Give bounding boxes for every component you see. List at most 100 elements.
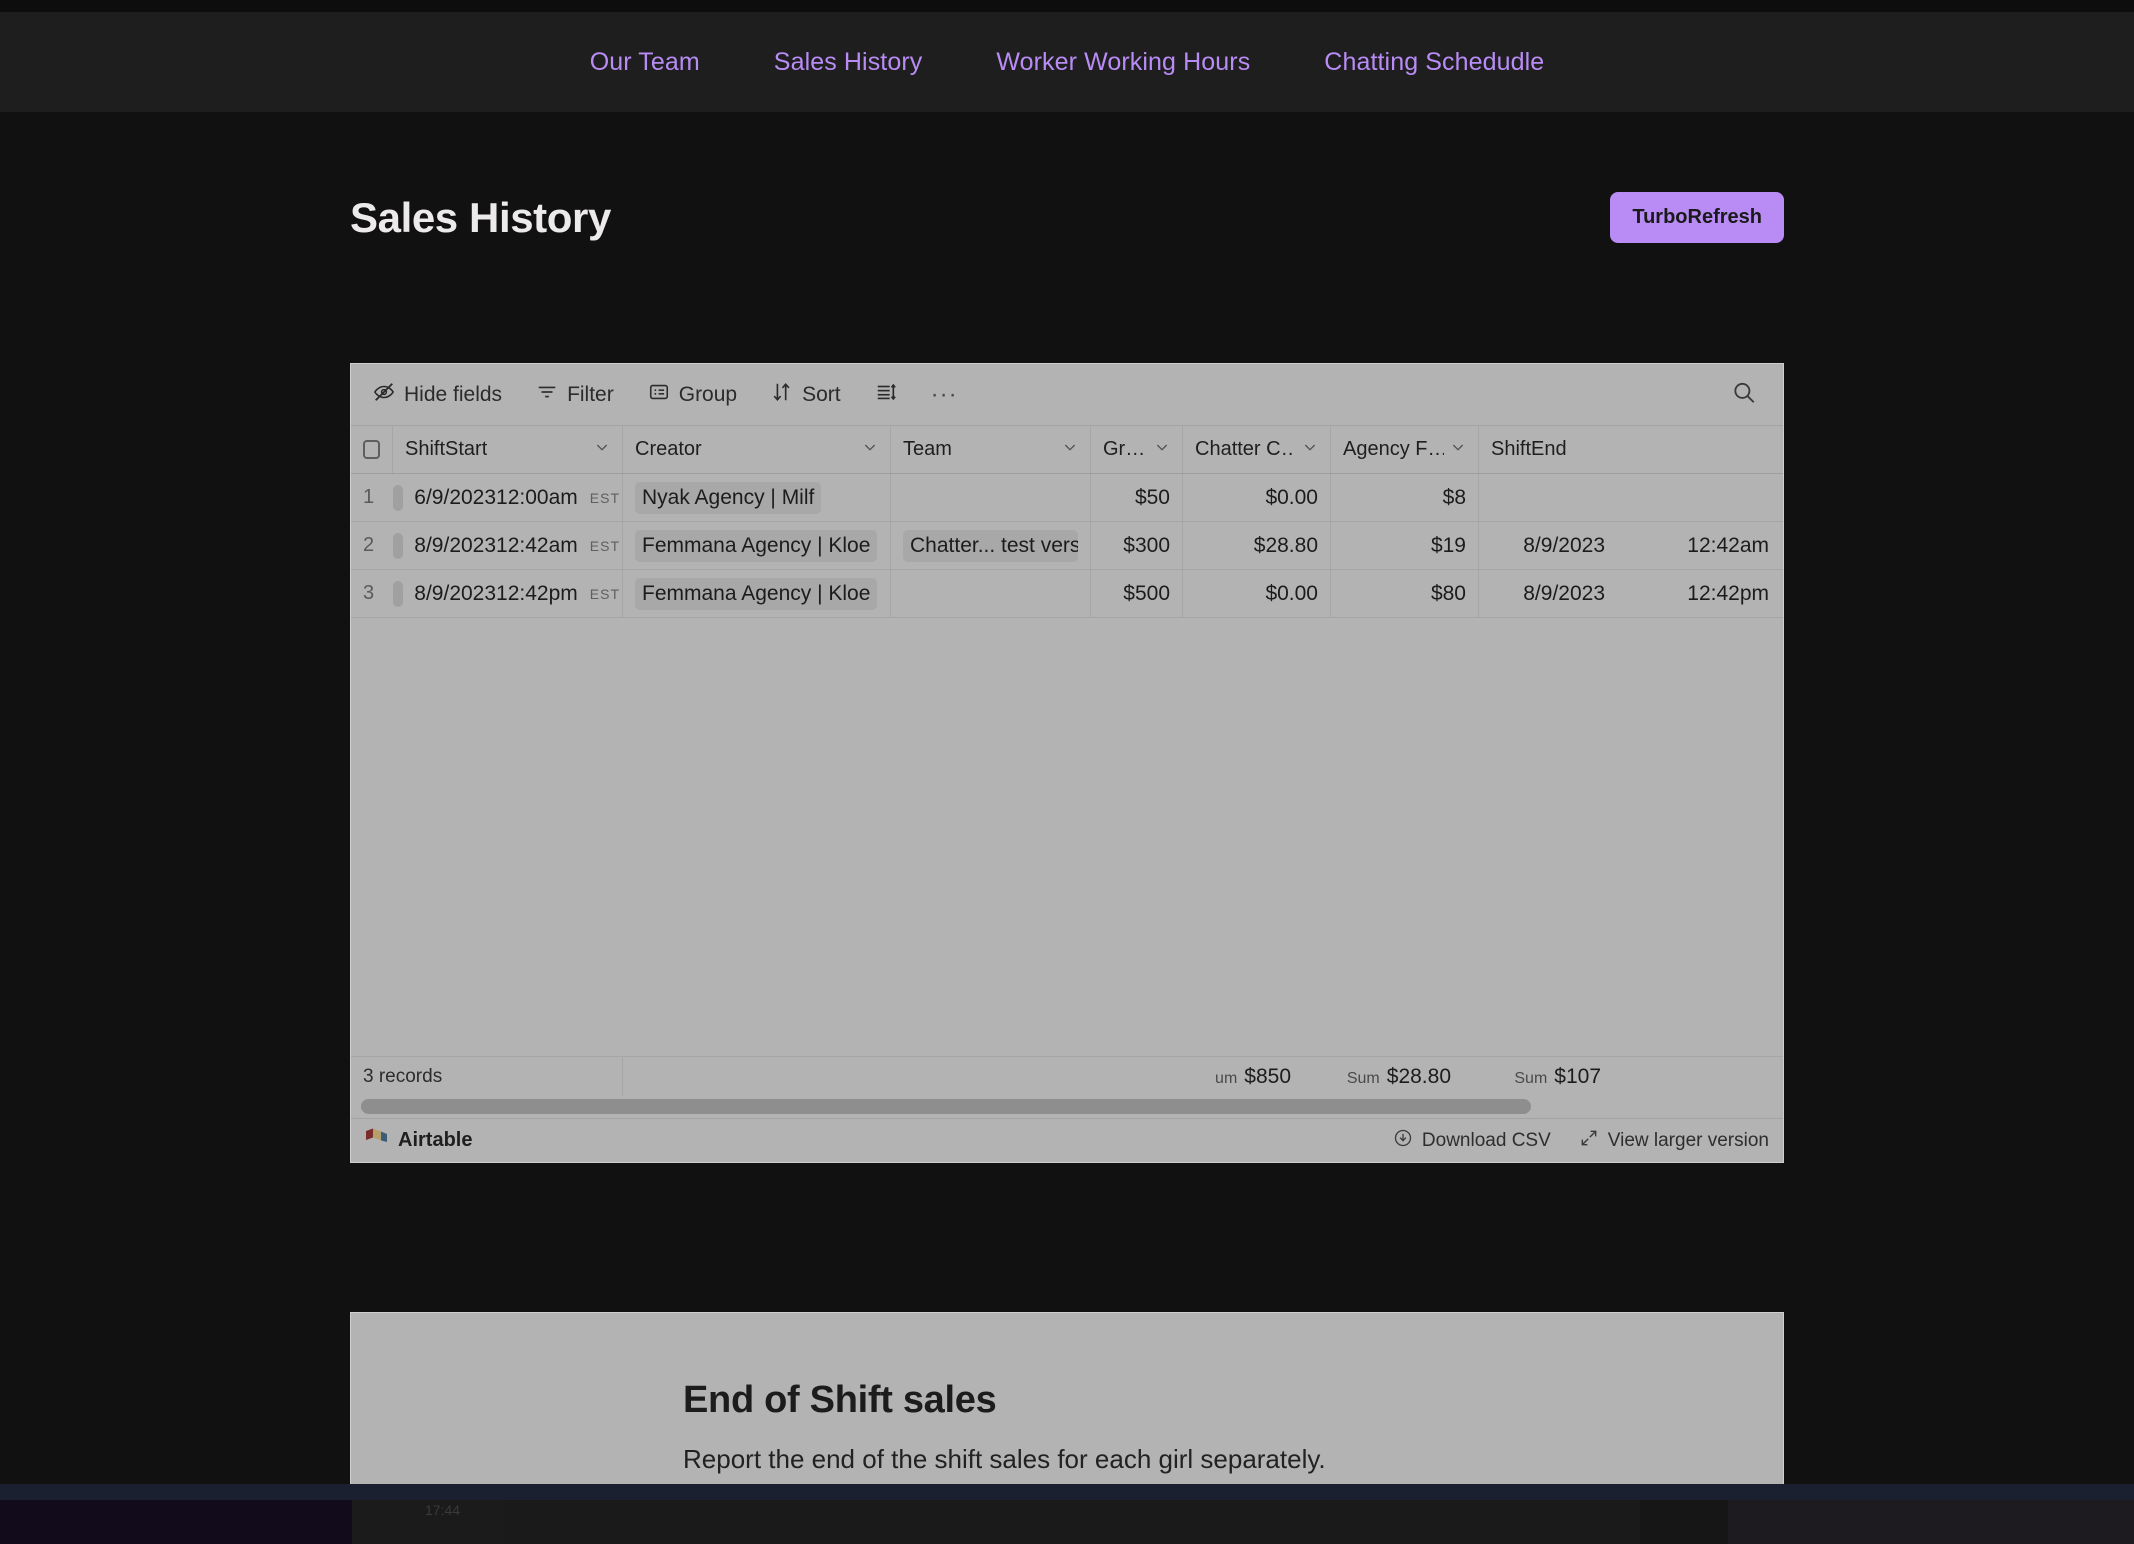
cell-agency-fee[interactable]: $8 <box>1331 474 1479 521</box>
chevron-down-icon <box>1450 438 1466 461</box>
filter-label: Filter <box>567 382 614 406</box>
page-body: Sales History TurboRefresh Hide fields F… <box>0 112 2134 1544</box>
nav-item-chatting-schedudle[interactable]: Chatting Schedudle <box>1287 48 1581 77</box>
column-header-shiftend[interactable]: ShiftEnd <box>1479 426 1783 473</box>
chevron-down-icon <box>1062 438 1078 461</box>
cell-shiftend[interactable]: 8/9/2023 12:42am <box>1479 522 1783 569</box>
column-header-gross[interactable]: Gr… <box>1091 426 1183 473</box>
cell-gross[interactable]: $50 <box>1091 474 1183 521</box>
taskbar-left-panel <box>0 1500 352 1544</box>
cell-creator[interactable]: Nyak Agency | Milf <box>623 474 891 521</box>
cell-creator[interactable]: Femmana Agency | Kloe <box>623 570 891 617</box>
filter-button[interactable]: Filter <box>536 381 614 409</box>
creator-chip: Femmana Agency | Kloe <box>635 529 878 562</box>
cell-agency-fee[interactable]: $80 <box>1331 570 1479 617</box>
horizontal-scrollbar[interactable] <box>351 1096 1783 1118</box>
table-row[interactable]: 2 8/9/2023 12:42am EST Femmana Agency | … <box>351 522 1783 570</box>
group-icon <box>648 381 670 409</box>
group-label: Group <box>678 382 738 406</box>
eye-slash-icon <box>373 381 395 409</box>
row-drag-handle[interactable] <box>393 580 403 607</box>
cell-shiftstart[interactable]: 8/9/2023 12:42am EST <box>393 522 623 569</box>
cell-team[interactable] <box>891 570 1091 617</box>
group-button[interactable]: Group <box>648 381 737 409</box>
record-count: 3 records <box>351 1057 623 1096</box>
turbo-refresh-button[interactable]: TurboRefresh <box>1610 192 1784 243</box>
chevron-down-icon <box>862 438 878 461</box>
row-height-icon <box>875 381 897 409</box>
column-header-chatter-commission[interactable]: Chatter C… <box>1183 426 1331 473</box>
cell-team[interactable]: Chatter... test versio <box>891 522 1091 569</box>
cell-shiftstart[interactable]: 6/9/2023 12:00am EST <box>393 474 623 521</box>
nav-item-sales-history[interactable]: Sales History <box>737 48 960 77</box>
cell-gross[interactable]: $500 <box>1091 570 1183 617</box>
summary-gross[interactable]: um $850 <box>1141 1065 1291 1089</box>
scrollbar-track[interactable] <box>351 1096 1783 1118</box>
more-options-button[interactable]: ··· <box>931 381 958 409</box>
summary-agency-fee[interactable]: Sum $107 <box>1451 1065 1601 1089</box>
os-taskbar: 17:44 <box>0 1472 2134 1544</box>
view-larger-version-button[interactable]: View larger version <box>1579 1128 1769 1154</box>
column-header-creator[interactable]: Creator <box>623 426 891 473</box>
row-height-button[interactable] <box>875 381 897 409</box>
airtable-brand-label: Airtable <box>398 1129 473 1151</box>
airtable-toolbar: Hide fields Filter Group Sort ··· <box>351 364 1783 426</box>
taskbar-clock: 17:44 <box>425 1502 461 1518</box>
sort-label: Sort <box>802 382 841 406</box>
nav-item-our-team[interactable]: Our Team <box>553 48 737 77</box>
cell-chatter-commission[interactable]: $28.80 <box>1183 522 1331 569</box>
cell-chatter-commission[interactable]: $0.00 <box>1183 474 1331 521</box>
summary-chatter-commission[interactable]: Sum $28.80 <box>1291 1065 1451 1089</box>
taskbar-panel-5 <box>1728 1500 2134 1544</box>
download-csv-button[interactable]: Download CSV <box>1393 1128 1551 1154</box>
download-icon <box>1393 1128 1413 1154</box>
chevron-down-icon <box>1154 438 1170 461</box>
row-index: 2 <box>363 534 375 556</box>
cell-chatter-commission[interactable]: $0.00 <box>1183 570 1331 617</box>
team-chip: Chatter... test versio <box>903 529 1078 562</box>
creator-chip: Nyak Agency | Milf <box>635 481 822 514</box>
airtable-embed: Hide fields Filter Group Sort ··· ShiftS… <box>350 363 1784 1163</box>
column-header-agency-fee[interactable]: Agency F… <box>1331 426 1479 473</box>
taskbar-panel-3 <box>504 1500 1640 1544</box>
row-drag-handle[interactable] <box>393 484 403 511</box>
table-header-row: ShiftStart Creator Team Gr… Chatter C… A… <box>351 426 1783 474</box>
creator-chip: Femmana Agency | Kloe <box>635 577 878 610</box>
top-strip <box>0 0 2134 12</box>
card-description: Report the end of the shift sales for ea… <box>683 1444 1326 1474</box>
download-csv-label: Download CSV <box>1421 1129 1551 1151</box>
select-all-header <box>351 426 393 473</box>
sort-button[interactable]: Sort <box>771 381 841 409</box>
cell-creator[interactable]: Femmana Agency | Kloe <box>623 522 891 569</box>
page-header: Sales History TurboRefresh <box>350 112 1784 243</box>
cell-shiftstart[interactable]: 8/9/2023 12:42pm EST <box>393 570 623 617</box>
expand-icon <box>1579 1128 1599 1154</box>
row-drag-handle[interactable] <box>393 532 403 559</box>
airtable-logo[interactable]: Airtable <box>365 1127 472 1155</box>
table-body: 1 6/9/2023 12:00am EST Nyak Agency | Mil… <box>351 474 1783 1056</box>
summary-bar: 3 records um $850 Sum $28.80 Sum $107 <box>351 1056 1783 1096</box>
page-title: Sales History <box>350 193 611 241</box>
taskbar-panel-4 <box>1640 1500 1728 1544</box>
chevron-down-icon <box>1302 438 1318 461</box>
nav-item-worker-working-hours[interactable]: Worker Working Hours <box>959 48 1287 77</box>
cell-gross[interactable]: $300 <box>1091 522 1183 569</box>
search-icon[interactable] <box>1731 379 1757 410</box>
view-larger-label: View larger version <box>1607 1129 1769 1151</box>
column-header-team[interactable]: Team <box>891 426 1091 473</box>
airtable-mark-icon <box>365 1127 389 1155</box>
row-index: 1 <box>363 486 375 508</box>
table-row[interactable]: 3 8/9/2023 12:42pm EST Femmana Agency | … <box>351 570 1783 618</box>
hide-fields-label: Hide fields <box>404 382 503 406</box>
hide-fields-button[interactable]: Hide fields <box>373 381 502 409</box>
select-all-checkbox[interactable] <box>363 440 380 459</box>
cell-shiftend[interactable] <box>1479 474 1783 521</box>
scrollbar-thumb[interactable] <box>361 1099 1531 1114</box>
filter-icon <box>536 381 558 409</box>
column-header-shiftstart[interactable]: ShiftStart <box>393 426 623 473</box>
cell-shiftend[interactable]: 8/9/2023 12:42pm <box>1479 570 1783 617</box>
cell-agency-fee[interactable]: $19 <box>1331 522 1479 569</box>
table-row[interactable]: 1 6/9/2023 12:00am EST Nyak Agency | Mil… <box>351 474 1783 522</box>
airtable-footer: Airtable Download CSV View larger versio… <box>351 1118 1783 1162</box>
cell-team[interactable] <box>891 474 1091 521</box>
